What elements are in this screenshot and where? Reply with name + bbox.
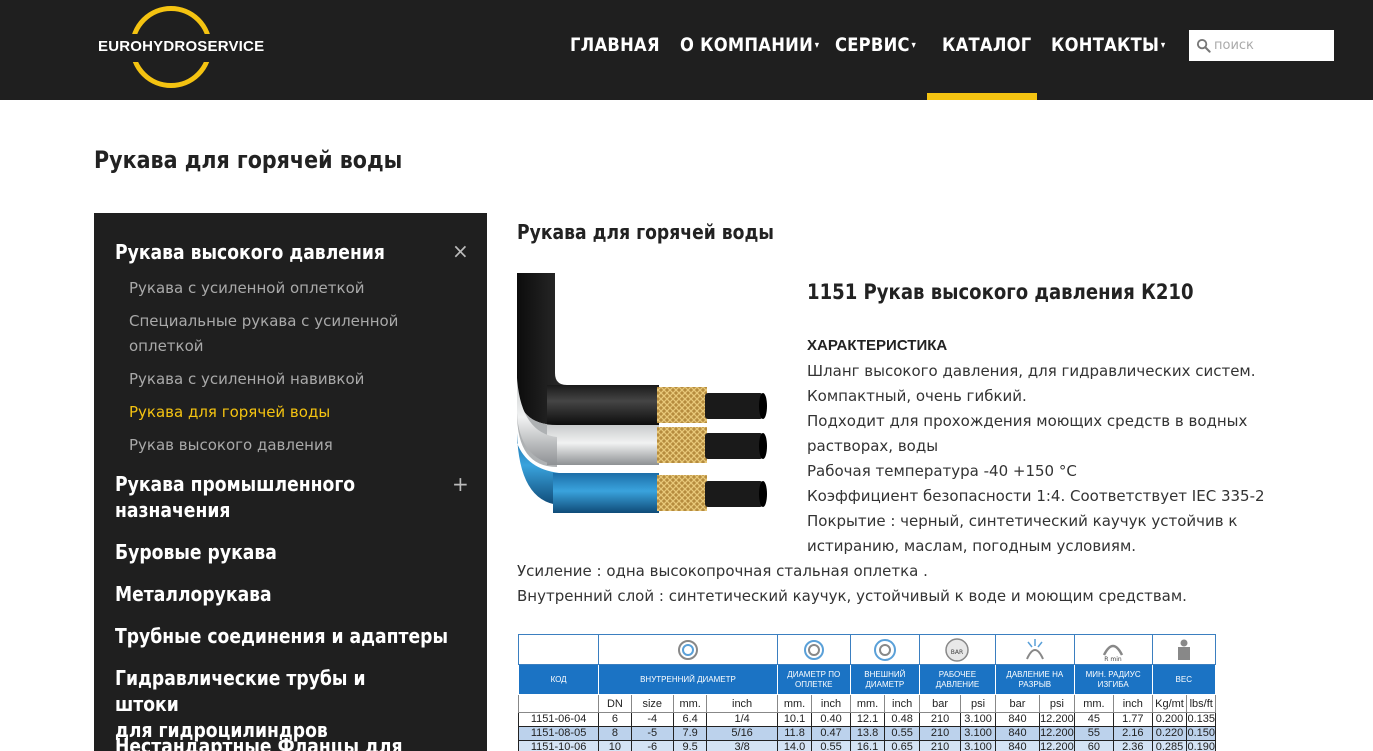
chevron-down-icon: ▾ [1160, 40, 1166, 51]
unit-cell: mm. [776, 694, 813, 713]
burst-icon [994, 634, 1075, 665]
search-input[interactable] [1214, 30, 1332, 61]
table-header-braid-diameter: ДИАМЕТР ПО ОПЛЕТКЕ [776, 664, 851, 695]
sidebar-category-high-pressure[interactable]: Рукава высокого давления [115, 239, 385, 265]
spec-table: BAR R min КОД ВНУТРЕННИЙ ДИАМЕТР ДИАМЕТР… [517, 634, 1217, 751]
unit-cell: inch [1113, 694, 1153, 713]
catalog-sidebar: Рукава высокого давления × Рукава с усил… [94, 213, 487, 751]
spec-line: Рабочая температура -40 +150 °С [807, 462, 1077, 480]
unit-cell: psi [960, 694, 996, 713]
nav-service[interactable]: СЕРВИС ▾ [835, 34, 916, 56]
braid-diameter-icon [776, 634, 851, 665]
pressure-unit-label: BAR [951, 649, 963, 656]
chevron-down-icon: ▾ [911, 40, 917, 51]
unit-cell: bar [994, 694, 1041, 713]
site-logo[interactable]: EUROHYDROSERVICE [97, 4, 264, 92]
sidebar-item-hot-water[interactable]: Рукава для горячей воды [129, 400, 429, 425]
sidebar-item-high-pressure-hose[interactable]: Рукав высокого давления [129, 433, 429, 458]
table-header-bend-radius: МИН. РАДИУС ИЗГИБА [1073, 664, 1153, 695]
table-header-working-pressure: РАБОЧЕЕ ДАВЛЕНИЕ [918, 664, 996, 695]
unit-cell: size [630, 694, 674, 713]
unit-cell: lbs/ft [1186, 694, 1216, 713]
site-header: EUROHYDROSERVICE ГЛАВНАЯ О КОМПАНИИ ▾ СЕР… [0, 0, 1373, 100]
table-header-code: КОД [517, 664, 600, 695]
spec-line: Усиление : одна высокопрочная стальная о… [517, 562, 928, 580]
table-row: 1151-06-04 6 -4 6.4 1/4 10.1 0.40 12.1 0.48 210 3.… [517, 712, 1216, 727]
unit-cell: Kg/mt [1151, 694, 1188, 713]
nav-active-indicator [927, 93, 1037, 100]
sidebar-category-metal-hose[interactable]: Металлорукава [115, 581, 272, 607]
table-header-outer-diameter: ВНЕШНИЙ ДИАМЕТР [849, 664, 920, 695]
search-icon[interactable] [1196, 38, 1211, 53]
section-title: Рукава для горячей воды [517, 220, 774, 244]
unit-cell: mm. [849, 694, 886, 713]
pressure-gauge-icon: BAR [918, 634, 996, 665]
table-header-inner-diameter: ВНУТРЕННИЙ ДИАМЕТР [598, 664, 778, 695]
page-title: Рукава для горячей воды [94, 146, 403, 174]
spec-line: Подходит для прохождения моющих средств … [807, 412, 1248, 430]
spec-line: Компактный, очень гибкий. [807, 387, 1027, 405]
inner-diameter-icon [598, 634, 778, 665]
table-row: 1151-10-06 10 -6 9.5 3/8 14.0 0.55 16.1 0.65 210 3… [517, 740, 1216, 751]
chevron-down-icon: ▾ [814, 40, 820, 51]
nav-catalog[interactable]: КАТАЛОГ [942, 34, 1031, 56]
expand-icon[interactable]: + [452, 472, 469, 496]
nav-about[interactable]: О КОМПАНИИ ▾ [680, 34, 819, 56]
product-title: 1151 Рукав высокого давления К210 [807, 280, 1194, 304]
sidebar-category-fittings[interactable]: Трубные соединения и адаптеры [115, 623, 448, 649]
unit-cell: mm. [672, 694, 708, 713]
sidebar-category-tubes[interactable]: Гидравлические трубы и штоки для гидроци… [115, 665, 435, 743]
spec-heading: ХАРАКТЕРИСТИКА [807, 337, 948, 354]
spec-line: Покрытие : черный, синтетический каучук … [807, 512, 1238, 530]
nav-home[interactable]: ГЛАВНАЯ [570, 34, 660, 56]
nav-contacts[interactable]: КОНТАКТЫ ▾ [1051, 34, 1166, 56]
outer-diameter-icon [849, 634, 920, 665]
table-row: 1151-08-05 8 -5 7.9 5/16 11.8 0.47 13.8 0.55 210 3… [517, 726, 1216, 741]
collapse-icon[interactable]: × [452, 239, 469, 263]
spec-line: истиранию, маслам, погодным условиям. [807, 537, 1137, 555]
logo-text: EUROHYDROSERVICE [98, 38, 265, 55]
search-box [1189, 30, 1334, 61]
spec-line: Шланг высокого давления, для гидравличес… [807, 362, 1256, 380]
table-header-burst-pressure: ДАВЛЕНИЕ НА РАЗРЫВ [994, 664, 1075, 695]
bend-radius-label: R min [1104, 656, 1122, 663]
unit-cell: mm. [1073, 694, 1115, 713]
spec-line: Внутренний слой : синтетический каучук, … [517, 587, 1187, 605]
sidebar-item-spiral[interactable]: Рукава с усиленной навивкой [129, 367, 429, 392]
unit-cell: bar [918, 694, 962, 713]
spec-line: Коэффициент безопасности 1:4. Соответств… [807, 487, 1265, 505]
unit-cell: inch [706, 694, 778, 713]
sidebar-item-special-braided[interactable]: Специальные рукава с усиленной оплеткой [129, 309, 429, 359]
spec-line: растворах, воды [807, 437, 939, 455]
unit-cell: DN [598, 694, 632, 713]
hose-product-image [517, 273, 767, 513]
table-header-weight: ВЕС [1151, 664, 1217, 695]
sidebar-category-industrial[interactable]: Рукава промышленного назначения [115, 471, 355, 523]
weight-icon [1151, 634, 1217, 665]
unit-cell: psi [1039, 694, 1075, 713]
sidebar-item-braided[interactable]: Рукава с усиленной оплеткой [129, 276, 429, 301]
sidebar-category-drilling[interactable]: Буровые рукава [115, 539, 277, 565]
sidebar-category-flanges[interactable]: Нестандартные Фланцы для [115, 733, 403, 751]
unit-cell: inch [811, 694, 851, 713]
unit-cell: inch [884, 694, 920, 713]
bend-radius-icon: R min [1073, 634, 1153, 665]
